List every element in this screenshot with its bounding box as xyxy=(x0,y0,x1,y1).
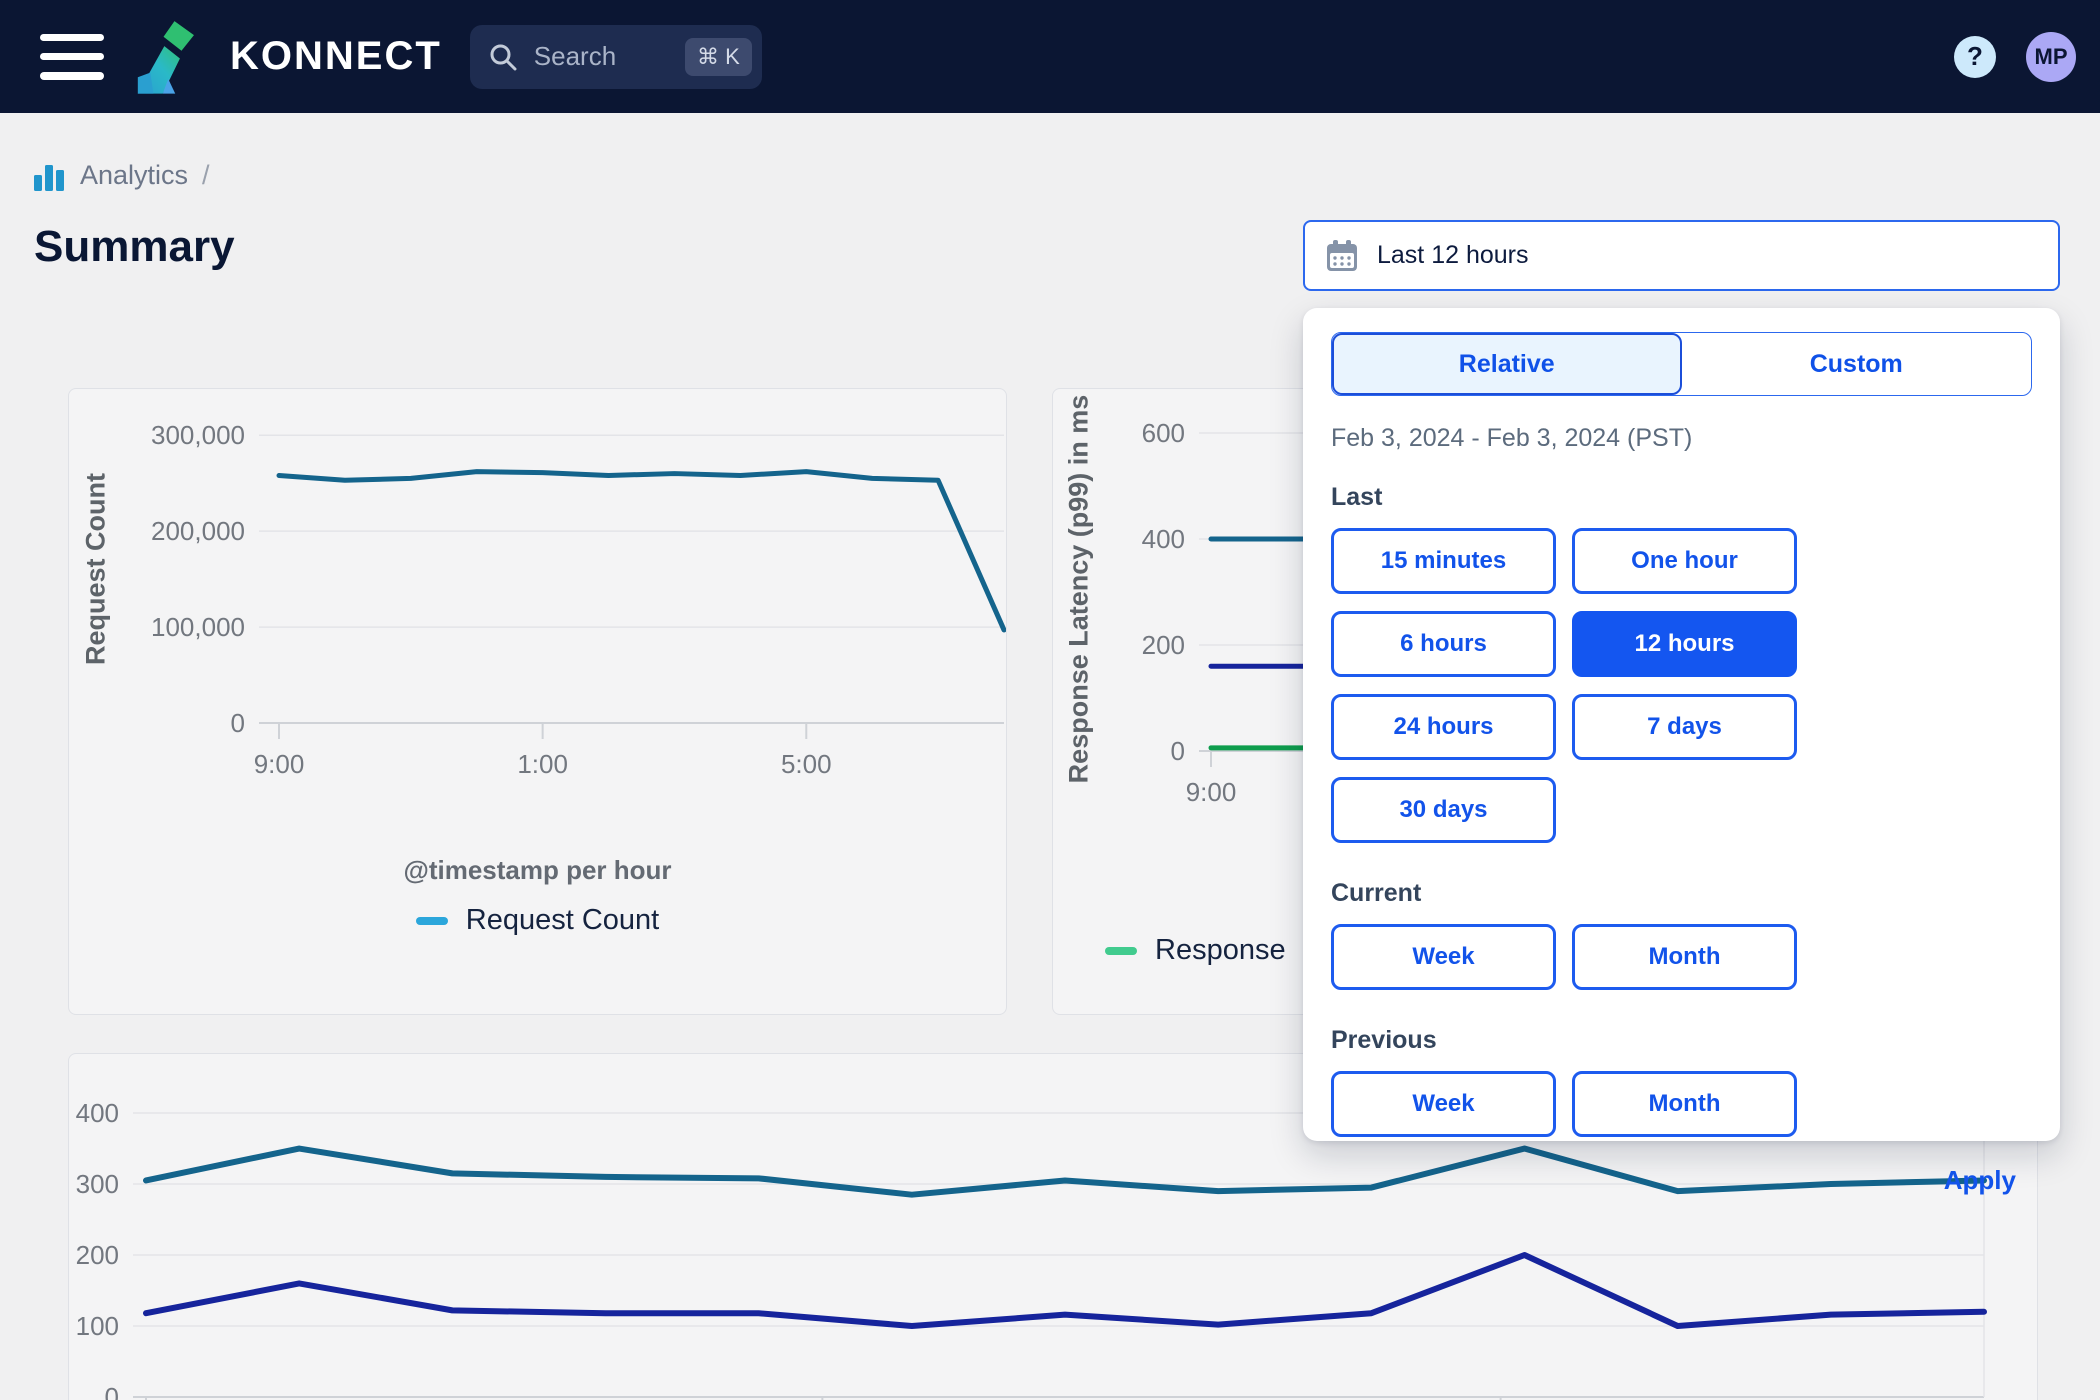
svg-text:0: 0 xyxy=(231,708,245,738)
legend-label: Request Count xyxy=(465,904,660,936)
tab-custom[interactable]: Custom xyxy=(1681,333,2031,395)
request-count-xlabel: @timestamp per hour xyxy=(403,855,672,885)
option-week[interactable]: Week xyxy=(1331,1071,1556,1137)
legend-swatch xyxy=(1105,946,1137,955)
global-search[interactable]: ⌘ K xyxy=(469,24,762,89)
svg-text:9:00: 9:00 xyxy=(254,749,305,779)
breadcrumb: Analytics / xyxy=(34,160,210,191)
avatar[interactable]: MP xyxy=(2026,31,2076,82)
svg-text:0: 0 xyxy=(1171,736,1185,766)
option-month[interactable]: Month xyxy=(1572,924,1797,990)
svg-text:200,000: 200,000 xyxy=(151,516,245,546)
request-count-card: 0 100,000 200,000 300,000 9:00 1:00 5:00 Reque… xyxy=(68,388,1007,1015)
last-options-group: 15 minutes One hour 6 hours 12 hours 24 hour… xyxy=(1331,528,2032,843)
legend-label: Response xyxy=(1155,934,1286,966)
option-month[interactable]: Month xyxy=(1572,1071,1797,1137)
svg-text:1:00: 1:00 xyxy=(517,749,568,779)
date-range-trigger[interactable]: Last 12 hours xyxy=(1303,220,2060,291)
section-heading-previous: Previous xyxy=(1331,1026,1437,1054)
previous-options-group: Week Month xyxy=(1331,1071,2032,1137)
calendar-icon xyxy=(1327,239,1357,271)
svg-text:600: 600 xyxy=(1142,418,1185,448)
svg-text:400: 400 xyxy=(76,1098,119,1128)
svg-text:100,000: 100,000 xyxy=(151,612,245,642)
response-latency-legend: Response xyxy=(1105,934,1286,967)
option-7-days[interactable]: 7 days xyxy=(1572,694,1797,760)
selected-range-text: Feb 3, 2024 - Feb 3, 2024 (PST) xyxy=(1331,424,1693,452)
option-30-days[interactable]: 30 days xyxy=(1331,777,1556,843)
brand-name: KONNECT xyxy=(230,34,442,78)
search-shortcut-badge: ⌘ K xyxy=(684,37,752,76)
tab-relative[interactable]: Relative xyxy=(1332,333,1682,395)
option-15-minutes[interactable]: 15 minutes xyxy=(1331,528,1556,594)
section-heading-last: Last xyxy=(1331,483,1383,511)
legend-swatch xyxy=(415,916,448,925)
search-icon xyxy=(490,44,517,70)
option-one-hour[interactable]: One hour xyxy=(1572,528,1797,594)
svg-text:5:00: 5:00 xyxy=(781,749,832,779)
section-heading-current: Current xyxy=(1331,879,1422,907)
svg-text:200: 200 xyxy=(76,1240,119,1270)
svg-text:9:00: 9:00 xyxy=(1186,777,1237,807)
svg-text:200: 200 xyxy=(1142,630,1185,660)
breadcrumb-analytics-link[interactable]: Analytics xyxy=(80,160,188,191)
response-latency-ylabel: Response Latency (p99) in ms xyxy=(1063,394,1094,784)
svg-text:300,000: 300,000 xyxy=(151,420,245,450)
breadcrumb-separator: / xyxy=(202,160,210,190)
kong-logo-icon xyxy=(137,20,194,94)
date-mode-tabs: Relative Custom xyxy=(1331,332,2032,396)
option-week[interactable]: Week xyxy=(1331,924,1556,990)
svg-text:100: 100 xyxy=(76,1311,119,1341)
brand-link[interactable]: KONNECT xyxy=(130,16,442,98)
request-count-legend: Request Count xyxy=(69,904,1006,937)
help-icon[interactable]: ? xyxy=(1954,35,1996,78)
request-count-ylabel: Request Count xyxy=(80,473,111,665)
hamburger-menu-icon[interactable] xyxy=(40,33,104,80)
legend-item[interactable]: Response xyxy=(1105,934,1286,967)
search-input[interactable] xyxy=(533,41,685,72)
svg-text:300: 300 xyxy=(76,1169,119,1199)
analytics-bars-icon xyxy=(34,165,64,191)
date-range-value: Last 12 hours xyxy=(1377,241,1529,269)
svg-text:400: 400 xyxy=(1142,524,1185,554)
top-navbar: KONNECT ⌘ K ? MP xyxy=(0,0,2100,113)
svg-text:0: 0 xyxy=(105,1382,119,1400)
current-options-group: Week Month xyxy=(1331,924,2032,990)
apply-button[interactable]: Apply xyxy=(1944,1165,2016,1196)
legend-item[interactable]: Request Count xyxy=(415,904,660,937)
date-range-dropdown: Relative Custom Feb 3, 2024 - Feb 3, 202… xyxy=(1303,308,2060,1195)
option-6-hours[interactable]: 6 hours xyxy=(1331,611,1556,677)
page-title: Summary xyxy=(34,222,235,271)
option-12-hours[interactable]: 12 hours xyxy=(1572,611,1797,677)
option-24-hours[interactable]: 24 hours xyxy=(1331,694,1556,760)
